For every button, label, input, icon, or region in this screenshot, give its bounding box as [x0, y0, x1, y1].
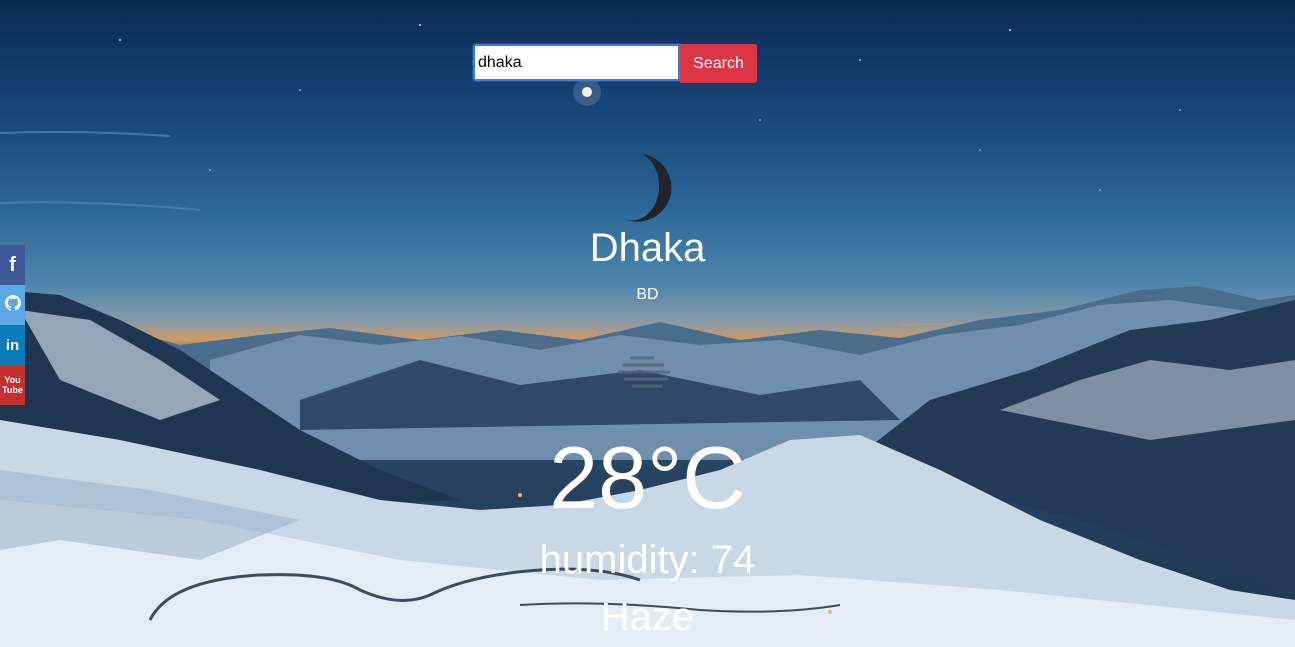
youtube-icon-bottom: Tube: [2, 385, 23, 395]
search-bar: Search: [473, 44, 757, 83]
city-search-input[interactable]: [473, 44, 680, 81]
moon-icon: [612, 152, 672, 227]
linkedin-icon: in: [5, 336, 20, 354]
github-link[interactable]: [0, 285, 25, 325]
temperature: 28°C: [549, 428, 746, 527]
country-code: BD: [636, 286, 659, 303]
social-sidebar: f in You Tube: [0, 245, 25, 405]
city-name: Dhaka: [589, 226, 706, 270]
weather-description: Haze: [600, 595, 695, 639]
github-icon: [4, 294, 21, 316]
youtube-icon-top: You: [4, 375, 21, 385]
facebook-icon: f: [9, 253, 16, 276]
humidity: humidity: 74: [539, 538, 756, 582]
youtube-link[interactable]: You Tube: [0, 365, 25, 405]
search-button[interactable]: Search: [680, 44, 757, 83]
linkedin-link[interactable]: in: [0, 325, 25, 365]
haze-icon: [618, 355, 674, 396]
facebook-link[interactable]: f: [0, 245, 25, 285]
